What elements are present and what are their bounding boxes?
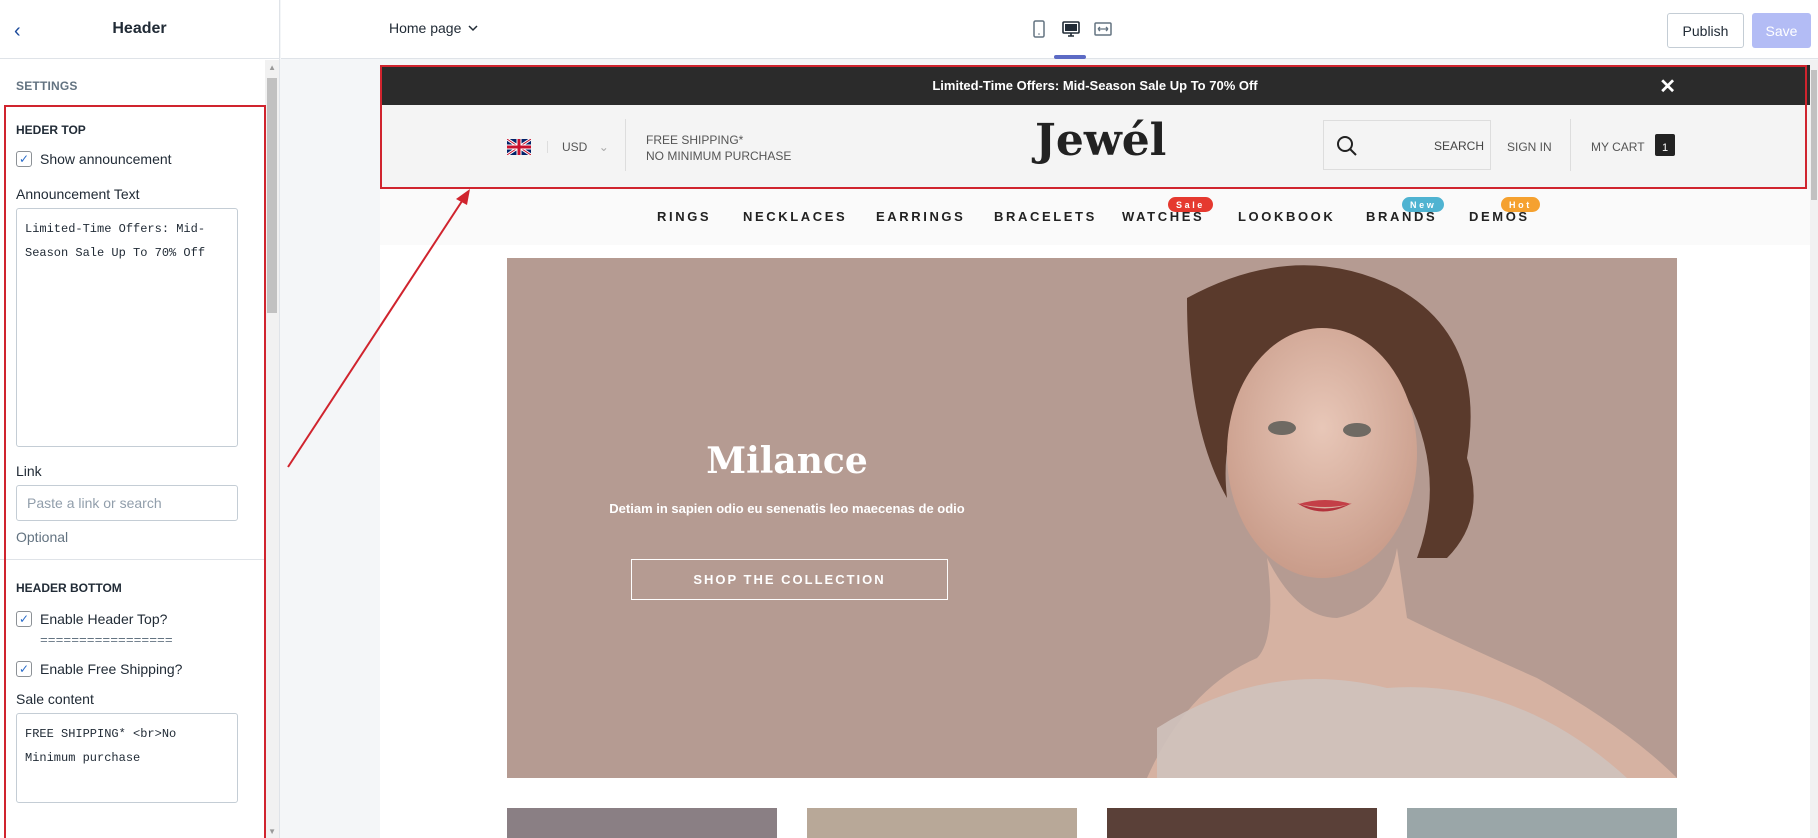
page-selector[interactable]: Home page bbox=[389, 20, 479, 36]
shipping-line-1: FREE SHIPPING* bbox=[646, 133, 744, 147]
announcement-bar: Limited-Time Offers: Mid-Season Sale Up … bbox=[380, 65, 1810, 105]
model-portrait-image bbox=[1147, 265, 1677, 778]
nav-item-brands[interactable]: BRANDS New bbox=[1366, 197, 1445, 224]
back-arrow-icon[interactable]: ‹ bbox=[14, 20, 21, 43]
cart-count: 1 bbox=[1661, 142, 1669, 154]
shop-collection-button[interactable]: SHOP THE COLLECTION bbox=[631, 559, 948, 600]
flag-separator bbox=[547, 141, 548, 153]
scroll-down-icon[interactable]: ▼ bbox=[268, 827, 276, 836]
hot-badge: Hot bbox=[1501, 197, 1540, 212]
product-thumbnail[interactable] bbox=[807, 808, 1077, 838]
highlight-frame-settings bbox=[4, 105, 266, 838]
uk-flag-icon[interactable] bbox=[507, 139, 531, 155]
sidebar-title: Header bbox=[112, 20, 167, 37]
product-thumbnail[interactable] bbox=[1107, 808, 1377, 838]
nav-item-rings[interactable]: RINGS bbox=[657, 209, 711, 224]
fullwidth-view-icon[interactable] bbox=[1094, 20, 1112, 38]
nav-item-demos[interactable]: DEMOS Hot bbox=[1469, 197, 1540, 224]
nav-item-watches[interactable]: WATCHES Sale bbox=[1122, 197, 1213, 224]
header-separator bbox=[625, 119, 626, 171]
save-button[interactable]: Save bbox=[1752, 13, 1811, 48]
new-badge: New bbox=[1402, 197, 1445, 212]
product-thumbnail[interactable] bbox=[507, 808, 777, 838]
nav-item-necklaces[interactable]: NECKLACES bbox=[743, 209, 847, 224]
settings-sidebar: ‹ Header SETTINGS HEDER TOP ✓ Show annou… bbox=[0, 0, 280, 838]
close-icon[interactable]: ✕ bbox=[1659, 74, 1676, 99]
scroll-up-icon[interactable]: ▲ bbox=[268, 63, 276, 72]
desktop-view-icon[interactable] bbox=[1062, 20, 1080, 38]
currency-selector[interactable]: USD ⌄ bbox=[562, 140, 609, 154]
search-label: SEARCH bbox=[1433, 139, 1484, 153]
chevron-down-icon bbox=[468, 25, 478, 32]
hero-banner: Milance Detiam in sapien odio eu senenat… bbox=[507, 258, 1677, 778]
nav-item-bracelets[interactable]: BRACELETS bbox=[994, 209, 1097, 224]
free-shipping-text: FREE SHIPPING* NO MINIMUM PURCHASE bbox=[646, 132, 791, 164]
search-box[interactable]: SEARCH bbox=[1323, 120, 1491, 170]
hero-title: Milance bbox=[706, 440, 868, 482]
store-logo[interactable]: Jewél bbox=[1035, 115, 1166, 166]
sidebar-scrollbar-thumb[interactable] bbox=[267, 78, 277, 313]
announcement-text: Limited-Time Offers: Mid-Season Sale Up … bbox=[932, 77, 1258, 93]
page-selector-label: Home page bbox=[389, 20, 462, 36]
my-cart-link[interactable]: MY CART bbox=[1591, 140, 1645, 154]
header-top: USD ⌄ FREE SHIPPING* NO MINIMUM PURCHASE… bbox=[380, 105, 1810, 189]
active-device-indicator bbox=[1054, 55, 1086, 59]
sale-badge: Sale bbox=[1168, 197, 1213, 212]
store-preview: Limited-Time Offers: Mid-Season Sale Up … bbox=[380, 65, 1810, 838]
chevron-down-icon: ⌄ bbox=[598, 140, 609, 154]
header-separator bbox=[1570, 119, 1571, 171]
annotation-arrow bbox=[287, 189, 470, 468]
nav-item-lookbook[interactable]: LOOKBOOK bbox=[1238, 209, 1335, 224]
currency-label: USD bbox=[562, 140, 588, 154]
publish-button[interactable]: Publish bbox=[1667, 13, 1744, 48]
cart-bag-icon[interactable]: 1 bbox=[1655, 134, 1675, 156]
main-navigation: RINGS NECKLACES EARRINGS BRACELETS WATCH… bbox=[380, 189, 1810, 245]
product-thumbnail[interactable] bbox=[1407, 808, 1677, 838]
hero-subtitle: Detiam in sapien odio eu senenatis leo m… bbox=[609, 501, 965, 516]
device-switcher bbox=[1030, 20, 1112, 38]
sidebar-header: ‹ Header bbox=[0, 0, 279, 59]
preview-scrollbar-thumb[interactable] bbox=[1811, 70, 1817, 200]
mobile-view-icon[interactable] bbox=[1030, 20, 1048, 38]
editor-topbar: Home page Publish Save bbox=[281, 0, 1818, 59]
settings-label: SETTINGS bbox=[16, 79, 78, 93]
product-thumbnails bbox=[507, 808, 1677, 838]
search-icon bbox=[1337, 136, 1357, 156]
sign-in-link[interactable]: SIGN IN bbox=[1507, 140, 1552, 154]
nav-item-earrings[interactable]: EARRINGS bbox=[876, 209, 965, 224]
shipping-line-2: NO MINIMUM PURCHASE bbox=[646, 149, 792, 163]
